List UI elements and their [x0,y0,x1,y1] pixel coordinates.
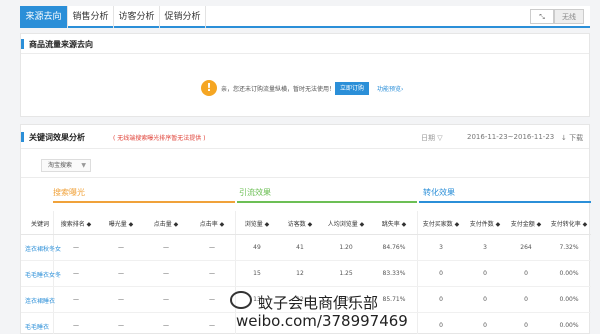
table-cell: 41 [296,244,304,251]
watermark-name: 蚊子会电商俱乐部 [258,294,379,312]
table-cell: 15 [253,270,261,277]
table-cell: 264 [520,244,532,251]
date-dropdown[interactable]: 日期 ▽ [421,133,443,143]
chevron-down-icon: ▼ [81,162,86,169]
tab-visitor-analysis[interactable]: 访客分析 [114,6,160,28]
group-underline [237,201,417,203]
table-cell: — [73,322,79,329]
table-cell: 0 [524,270,528,277]
col-header-conversion[interactable]: 支付转化率 ◆ [547,219,591,228]
keyword-link[interactable]: 毛毛睡衣 [25,322,53,331]
table-cell: — [73,270,79,277]
panel-header: 关键词效果分析 ( 无线端搜索曝光排序暂无法提供 ) 日期 ▽ 2016-11-… [21,125,589,149]
panel-header: 商品流量来源去向 [21,34,589,54]
table-cell: 0.00% [559,296,579,303]
wireless-warning: ( 无线端搜索曝光排序暂无法提供 ) [113,135,206,142]
title-accent-bar [21,39,24,49]
col-header-keyword: 关键词 [30,221,49,228]
table-cell: 0 [483,296,487,303]
table-cell: — [118,270,124,277]
table-cell: 0 [483,270,487,277]
table-cell: 0.00% [559,322,579,329]
table-cell: — [118,296,124,303]
tab-source-destination[interactable]: 来源去向 [20,6,68,28]
table-cell: — [163,244,169,251]
pc-toggle-button[interactable]: ⤡ [530,9,554,24]
group-search-exposure: 搜索曝光 [53,188,85,197]
table-cell: — [118,244,124,251]
table-cell: 0 [439,270,443,277]
table-cell: — [209,322,215,329]
wireless-toggle-button[interactable]: 无线 [554,9,584,24]
group-underline [419,201,591,203]
table-cell: — [73,296,79,303]
table-cell: — [73,244,79,251]
col-header-visitors[interactable]: 访客数 ◆ [279,219,321,228]
table-cell: 0 [524,296,528,303]
table-cell: 83.33% [382,270,406,277]
table-cell: 84.76% [382,244,406,251]
col-header-exposure[interactable]: 曝光量 ◆ [99,219,143,228]
table-row: 连衣裙秋冬女 — — — — 49 41 1.20 84.76% 3 3 264… [21,235,591,261]
weibo-logo-icon [230,291,252,309]
col-header-pageviews[interactable]: 浏览量 ◆ [235,219,279,228]
table-cell: — [118,322,124,329]
table-cell: — [163,322,169,329]
col-header-amount[interactable]: 支付金额 ◆ [505,219,547,228]
page: 来源去向 销售分析 访客分析 促销分析 ⤡ 无线 商品流量来源去向 ! 亲，您还… [0,0,600,334]
table-cell: 3 [483,244,487,251]
col-header-buyers[interactable]: 支付买家数 ◆ [417,219,465,228]
top-tab-bar: 来源去向 销售分析 访客分析 促销分析 ⤡ 无线 [20,6,590,28]
subscribe-now-button[interactable]: 立即订购 [335,82,369,95]
tab-promotion-analysis[interactable]: 促销分析 [160,6,206,28]
title-accent-bar [21,132,24,142]
download-button[interactable]: ↓ 下载 [561,133,583,143]
panel-title: 商品流量来源去向 [29,40,93,49]
feature-preview-link[interactable]: 功能预览› [377,84,403,93]
table-cell: — [209,270,215,277]
keyword-link[interactable]: 毛毛睡衣女冬 [25,270,61,279]
table-cell: 1.20 [339,244,353,251]
table-header: 关键词 搜索排名 ◆ 曝光量 ◆ 点击量 ◆ 点击率 ◆ 浏览量 ◆ 访客数 ◆… [21,211,591,235]
col-header-ctr[interactable]: 点击率 ◆ [189,219,235,228]
col-header-clicks[interactable]: 点击量 ◆ [143,219,189,228]
select-value: 淘宝搜索 [48,162,73,169]
col-header-pieces[interactable]: 支付件数 ◆ [465,219,505,228]
keyword-link[interactable]: 连衣裙秋冬女 [25,244,61,253]
table-cell: — [209,244,215,251]
tab-sales-analysis[interactable]: 销售分析 [68,6,114,28]
table-cell: 12 [296,270,304,277]
traffic-source-panel: 商品流量来源去向 ! 亲，您还未订购流量纵横，暂时无法使用！ 立即订购 功能预览… [20,33,590,117]
notice-message: 亲，您还未订购流量纵横，暂时无法使用！ [221,86,336,93]
table-cell: 0 [524,322,528,329]
table-cell: 7.32% [559,244,579,251]
table-cell: 0 [439,322,443,329]
panel-title: 关键词效果分析 [29,133,85,142]
table-cell: — [209,296,215,303]
table-cell: 1.25 [339,270,353,277]
group-traffic-effect: 引流效果 [239,188,271,197]
table-row: 毛毛睡衣女冬 — — — — 15 12 1.25 83.33% 0 0 0 0… [21,261,591,287]
search-source-select[interactable]: 淘宝搜索 ▼ [41,159,91,172]
table-cell: 0 [483,322,487,329]
col-header-search-rank[interactable]: 搜索排名 ◆ [53,219,99,228]
watermark-url: weibo.com/378997469 [236,312,408,330]
col-header-bounce-rate[interactable]: 跳失率 ◆ [371,219,417,228]
table-cell: 49 [253,244,261,251]
table-cell: 0.00% [559,270,579,277]
table-cell: 3 [439,244,443,251]
group-conversion-effect: 转化效果 [423,188,455,197]
table-cell: — [163,270,169,277]
warning-icon: ! [201,80,217,96]
keyword-link[interactable]: 连衣裙睡衣 [25,296,55,305]
table-cell: 0 [439,296,443,303]
divider [21,177,589,178]
date-range[interactable]: 2016-11-23~2016-11-23 [467,133,554,141]
table-cell: — [163,296,169,303]
col-header-avg-pageviews[interactable]: 人均浏览量 ◆ [321,219,371,228]
group-underline [53,201,235,203]
